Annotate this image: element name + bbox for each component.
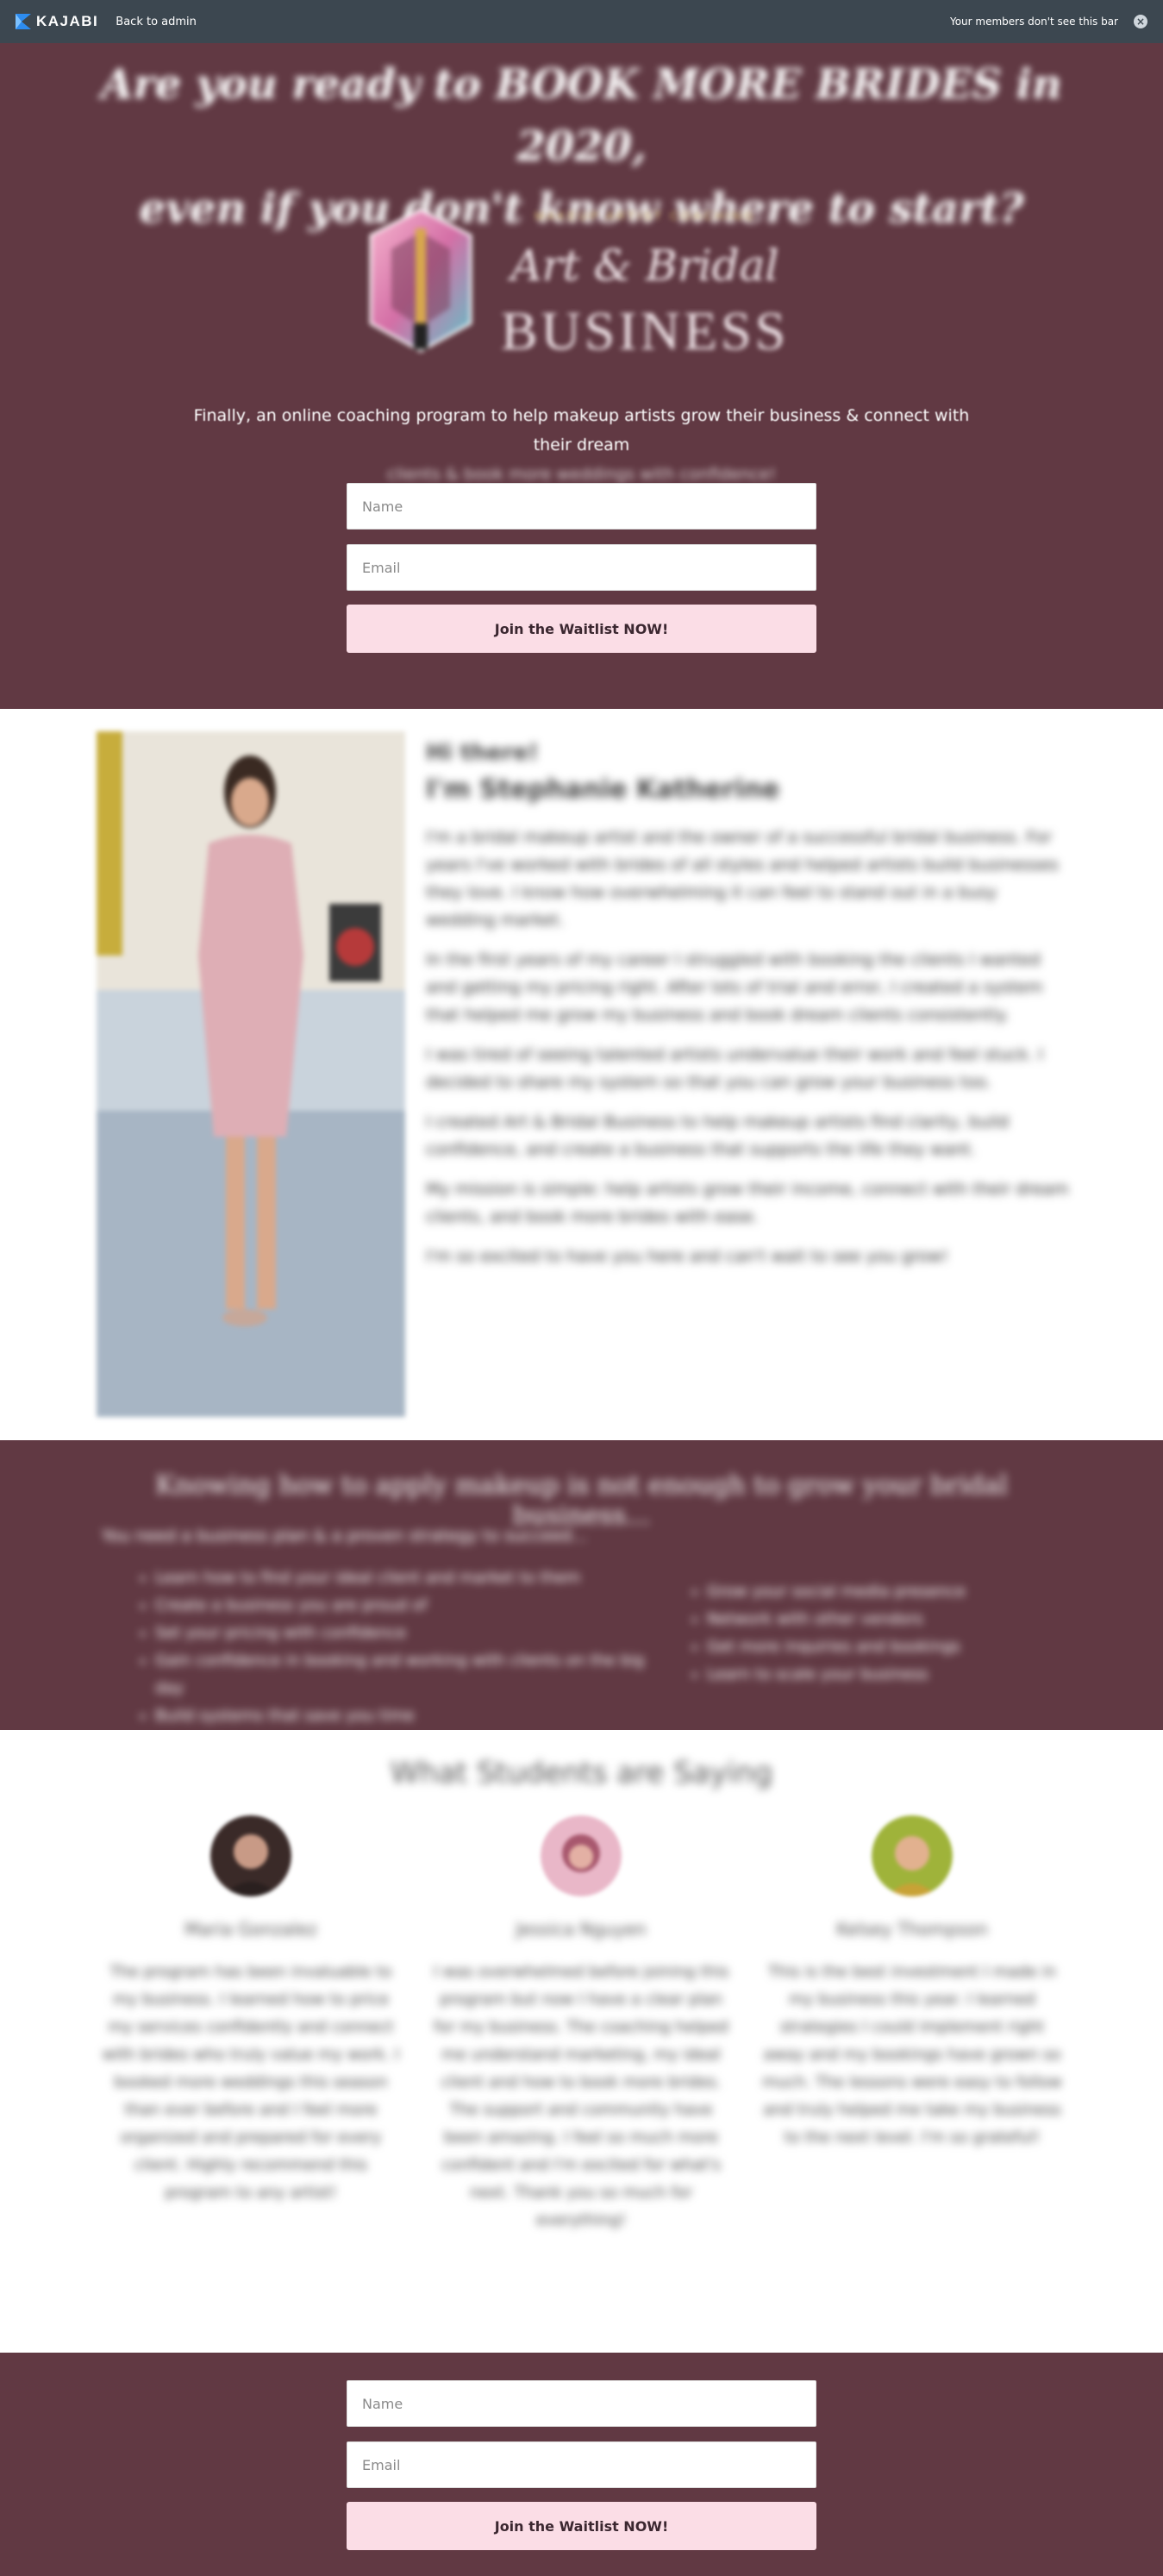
art-bridal-business-logo: MAKEUP ARTIST COACHING Art & Bridal BUSI… — [369, 208, 789, 361]
avatar — [872, 1815, 953, 1896]
testimonial-name: Kelsey Thompson — [836, 1919, 988, 1940]
testimonial-card: Maria Gonzalez The program has been inva… — [99, 1815, 403, 2207]
kajabi-logo: KAJABI — [16, 13, 98, 30]
list-item: Create a business you are proud of — [155, 1592, 655, 1620]
footer-name-input[interactable] — [347, 2380, 816, 2427]
about-paragraph: My mission is simple: help artists grow … — [426, 1180, 1069, 1226]
testimonials-headline: What Students are Saying — [390, 1756, 773, 1790]
hero-subtext: Finally, an online coaching program to h… — [181, 401, 982, 489]
logo-top-text: MAKEUP ARTIST COACHING — [535, 209, 756, 223]
footer-join-waitlist-button[interactable]: Join the Waitlist NOW! — [347, 2502, 816, 2550]
kajabi-mark-icon — [16, 14, 31, 29]
about-paragraph: I created Art & Bridal Business to help … — [426, 1113, 1010, 1159]
logo-script-text: Art & Bridal — [508, 241, 779, 291]
about-greeting: Hi there! — [426, 740, 539, 766]
hero-join-waitlist-button[interactable]: Join the Waitlist NOW! — [347, 605, 816, 653]
benefits-headline: Knowing how to apply makeup is not enoug… — [155, 1470, 1008, 1531]
kajabi-wordmark: KAJABI — [36, 13, 99, 29]
benefits-list-right: Grow your social media presence Network … — [707, 1578, 1069, 1689]
hero-email-input[interactable] — [347, 544, 816, 591]
list-item: Get more inquiries and bookings — [707, 1633, 1069, 1661]
about-intro-name: I'm Stephanie Katherine — [426, 774, 780, 805]
testimonial-body: The program has been invaluable to my bu… — [102, 1963, 400, 2202]
about-text: Hi there! I'm Stephanie Katherine I'm a … — [426, 740, 1069, 1282]
list-item: Learn how to find your ideal client and … — [155, 1564, 655, 1592]
testimonial-name: Maria Gonzalez — [184, 1919, 317, 1940]
benefits-intro: You need a business plan & a proven stra… — [102, 1526, 588, 1545]
footer-email-input[interactable] — [347, 2441, 816, 2488]
about-paragraph: I was tired of seeing talented artists u… — [426, 1045, 1044, 1092]
testimonial-name: Jessica Nguyen — [516, 1919, 647, 1940]
list-item: Network with other vendors — [707, 1606, 1069, 1633]
list-item: Set your pricing with confidence — [155, 1620, 655, 1647]
benefits-list-left: Learn how to find your ideal client and … — [155, 1564, 655, 1730]
hero-name-input[interactable] — [347, 483, 816, 530]
list-item: Build systems that save you time — [155, 1702, 655, 1730]
about-paragraph: In the first years of my career I strugg… — [426, 950, 1043, 1025]
testimonial-body: I was overwhelmed before joining this pr… — [433, 1963, 729, 2229]
about-paragraph: I'm so excited to have you here and can'… — [426, 1247, 948, 1266]
hero-subtext-line-1: Finally, an online coaching program to h… — [193, 406, 970, 454]
coach-photo — [97, 731, 405, 1417]
back-to-admin-link[interactable]: Back to admin — [116, 16, 197, 28]
list-item: Learn to scale your business — [707, 1661, 1069, 1689]
close-bar-icon[interactable]: × — [1134, 15, 1147, 28]
avatar — [210, 1815, 291, 1896]
benefits-section: Knowing how to apply makeup is not enoug… — [0, 1440, 1163, 1730]
list-item: Grow your social media presence — [707, 1578, 1069, 1606]
logo-word-text: BUSINESS — [501, 300, 789, 361]
admin-bar: KAJABI Back to admin Your members don't … — [0, 0, 1163, 43]
avatar — [541, 1815, 622, 1896]
testimonial-card: Kelsey Thompson This is the best investm… — [760, 1815, 1064, 2152]
members-note: Your members don't see this bar — [949, 16, 1118, 28]
testimonial-card: Jessica Nguyen I was overwhelmed before … — [429, 1815, 733, 2234]
hero-headline-line-1: Are you ready to BOOK MORE BRIDES in 202… — [101, 60, 1062, 171]
testimonial-body: This is the best investment I made in my… — [762, 1963, 1062, 2147]
list-item: Gain confidence in booking and working w… — [155, 1647, 655, 1702]
about-paragraph: I'm a bridal makeup artist and the owner… — [426, 828, 1059, 930]
